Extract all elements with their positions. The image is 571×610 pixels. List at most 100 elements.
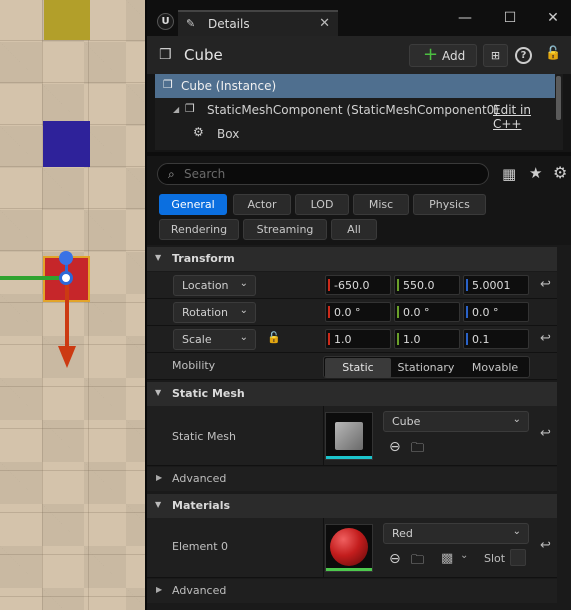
property-label: Element 0 xyxy=(172,540,229,553)
tree-item-static-mesh-component[interactable]: ◢ ❒ StaticMeshComponent (StaticMeshCompo… xyxy=(155,98,555,131)
static-mesh-picker[interactable]: Cube ⌄ xyxy=(383,411,529,432)
lock-icon[interactable]: 🔓 xyxy=(545,46,561,61)
property-list: ▼ Transform Location ⌄ -650.0 550.0 5.00… xyxy=(147,245,571,610)
advanced-label: Advanced xyxy=(172,472,227,485)
value-text: -650.0 xyxy=(334,279,370,292)
filter-all[interactable]: All xyxy=(331,219,377,240)
add-component-button[interactable]: + Add xyxy=(409,44,477,67)
lock-scale-icon[interactable]: 🔓 xyxy=(267,331,281,344)
location-y-field[interactable]: 550.0 xyxy=(394,275,460,295)
cube-mesh-preview xyxy=(335,422,363,450)
search-input[interactable] xyxy=(184,166,474,182)
yellow-cube-actor[interactable] xyxy=(44,0,90,40)
chevron-down-icon[interactable]: ⌄ xyxy=(460,550,468,561)
gizmo-red-axis-handle[interactable] xyxy=(65,284,69,350)
mobility-static[interactable]: Static xyxy=(325,358,391,378)
filter-general[interactable]: General xyxy=(159,194,227,215)
category-materials[interactable]: ▼ Materials xyxy=(147,494,557,518)
close-icon[interactable]: ✕ xyxy=(543,8,563,28)
location-z-field[interactable]: 5.0001 xyxy=(463,275,529,295)
material-picker[interactable]: Red ⌄ xyxy=(383,523,529,544)
mesh-thumbnail[interactable] xyxy=(325,412,373,460)
scale-z-field[interactable]: 0.1 xyxy=(463,329,529,349)
filter-streaming[interactable]: Streaming xyxy=(243,219,327,240)
tree-item-box[interactable]: ⚙ Box xyxy=(155,122,555,146)
maximize-icon[interactable]: ☐ xyxy=(500,8,520,28)
rotation-mode-dropdown[interactable]: Rotation ⌄ xyxy=(173,302,256,323)
filter-lod[interactable]: LOD xyxy=(295,194,349,215)
gizmo-blue-axis-tip[interactable] xyxy=(59,251,73,265)
collision-icon: ⚙ xyxy=(193,125,204,139)
actor-header: ❒ Cube + Add ⊞ ? 🔓 xyxy=(147,36,571,74)
chevron-down-icon: ⌄ xyxy=(239,278,248,289)
property-static-mesh: Static Mesh Cube ⌄ ⊖ 🗀 ↩ xyxy=(147,406,557,466)
property-location: Location ⌄ -650.0 550.0 5.0001 ↩ xyxy=(147,272,557,299)
details-scrollbar[interactable] xyxy=(559,245,565,610)
expand-arrow-icon[interactable]: ◢ xyxy=(173,105,179,114)
property-scale: Scale ⌄ 🔓 1.0 1.0 0.1 ↩ xyxy=(147,326,557,353)
scale-y-field[interactable]: 1.0 xyxy=(394,329,460,349)
favorites-star-icon[interactable]: ★ xyxy=(529,164,542,182)
mobility-movable[interactable]: Movable xyxy=(461,358,529,378)
splitter[interactable] xyxy=(147,152,571,156)
details-tab[interactable]: ✎ Details ✕ xyxy=(178,10,338,36)
mobility-stationary[interactable]: Stationary xyxy=(392,358,460,378)
location-mode-dropdown[interactable]: Location ⌄ xyxy=(173,275,256,296)
reset-arrow-icon[interactable]: ↩ xyxy=(540,426,551,441)
category-static-mesh[interactable]: ▼ Static Mesh xyxy=(147,382,557,406)
chevron-down-icon: ⌄ xyxy=(512,414,521,425)
reset-arrow-icon[interactable]: ↩ xyxy=(540,331,551,346)
dropdown-label: Cube xyxy=(392,415,421,428)
browse-asset-icon[interactable]: 🗀 xyxy=(411,551,424,573)
table-view-icon[interactable]: ▦ xyxy=(502,165,516,183)
tree-item-label: Cube (Instance) xyxy=(181,79,277,93)
slot-field[interactable] xyxy=(510,549,526,566)
category-label: Transform xyxy=(172,252,235,265)
value-text: 0.1 xyxy=(472,333,490,346)
location-x-field[interactable]: -650.0 xyxy=(325,275,391,295)
reset-arrow-icon[interactable]: ↩ xyxy=(540,277,551,292)
use-selected-icon[interactable]: ⊖ xyxy=(389,551,401,567)
filter-misc[interactable]: Misc xyxy=(353,194,409,215)
filter-rendering[interactable]: Rendering xyxy=(159,219,239,240)
tab-close-icon[interactable]: ✕ xyxy=(319,16,330,31)
category-label: Static Mesh xyxy=(172,387,245,400)
cube-icon: ❒ xyxy=(163,78,173,91)
scale-mode-dropdown[interactable]: Scale ⌄ xyxy=(173,329,256,350)
scale-x-field[interactable]: 1.0 xyxy=(325,329,391,349)
dropdown-label: Scale xyxy=(182,333,212,346)
rotation-x-field[interactable]: 0.0 ° xyxy=(325,302,391,322)
tree-item-cube-instance[interactable]: ❒ Cube (Instance) xyxy=(155,74,555,98)
settings-gear-icon[interactable]: ⚙ xyxy=(553,163,567,182)
rotation-z-field[interactable]: 0.0 ° xyxy=(463,302,529,322)
materials-advanced[interactable]: ▶ Advanced xyxy=(147,579,557,603)
static-mesh-advanced[interactable]: ▶ Advanced xyxy=(147,467,557,491)
use-selected-icon[interactable]: ⊖ xyxy=(389,439,401,455)
chevron-down-icon: ⌄ xyxy=(239,332,248,343)
filter-physics[interactable]: Physics xyxy=(413,194,486,215)
reset-arrow-icon[interactable]: ↩ xyxy=(540,538,551,553)
gizmo-center-handle[interactable] xyxy=(59,271,73,285)
property-element-0: Element 0 Red ⌄ ⊖ 🗀 ▩ ⌄ Slot ↩ xyxy=(147,518,557,578)
blueprint-hierarchy-button[interactable]: ⊞ xyxy=(483,44,508,67)
category-label: Materials xyxy=(172,499,231,512)
level-viewport[interactable] xyxy=(0,0,145,610)
expand-arrow-icon: ▶ xyxy=(156,585,163,594)
pencil-icon: ✎ xyxy=(186,17,196,30)
tree-scrollbar[interactable] xyxy=(556,76,561,120)
rotation-y-field[interactable]: 0.0 ° xyxy=(394,302,460,322)
property-label: Static Mesh xyxy=(172,430,236,443)
browse-asset-icon[interactable]: 🗀 xyxy=(411,439,424,461)
help-icon[interactable]: ? xyxy=(515,47,532,64)
category-transform[interactable]: ▼ Transform xyxy=(147,247,557,271)
texture-checker-icon[interactable]: ▩ xyxy=(441,551,453,566)
filter-actor[interactable]: Actor xyxy=(233,194,291,215)
property-mobility: Mobility Static Stationary Movable xyxy=(147,353,557,380)
material-thumbnail[interactable] xyxy=(325,524,373,572)
blue-cube-actor[interactable] xyxy=(43,121,90,167)
gizmo-y-axis-handle[interactable] xyxy=(0,276,66,280)
gizmo-red-axis-arrowhead[interactable] xyxy=(58,346,76,368)
minimize-icon[interactable]: — xyxy=(455,8,475,28)
property-label: Mobility xyxy=(172,359,216,372)
search-box[interactable]: ⌕ xyxy=(157,163,489,185)
